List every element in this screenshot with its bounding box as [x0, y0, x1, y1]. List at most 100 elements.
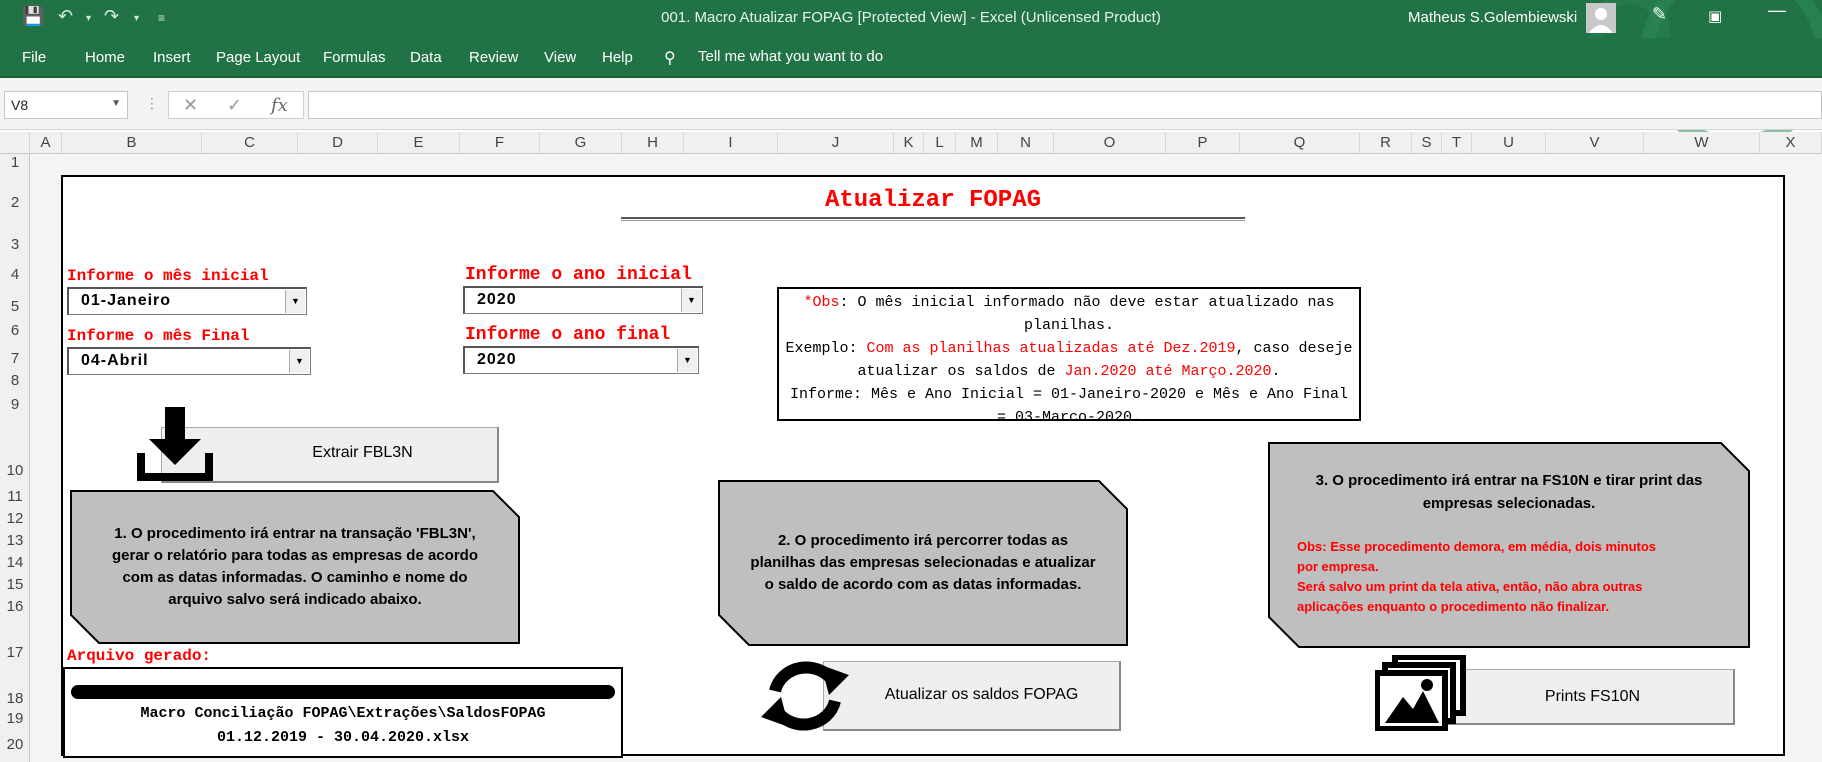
- mes-inicial-select[interactable]: 01-Janeiro ▼: [67, 287, 307, 315]
- row-header[interactable]: 19: [0, 710, 30, 727]
- page-title: Atualizar FOPAG: [824, 187, 1042, 214]
- chevron-down-icon[interactable]: ▼: [289, 350, 309, 373]
- column-header[interactable]: S: [1412, 132, 1442, 154]
- chevron-down-icon[interactable]: ▼: [681, 289, 701, 312]
- row-header[interactable]: 6: [0, 322, 30, 339]
- column-header[interactable]: D: [298, 132, 378, 154]
- column-header[interactable]: V: [1546, 132, 1644, 154]
- ano-inicial-label: Informe o ano inicial: [465, 265, 692, 285]
- step2-text: 2. O procedimento irá percorrer todas as…: [750, 532, 1096, 593]
- column-header[interactable]: N: [998, 132, 1054, 154]
- mes-final-value: 04-Abril: [81, 352, 149, 369]
- column-header[interactable]: C: [202, 132, 298, 154]
- ribbon-display-icon[interactable]: ▣: [1708, 7, 1722, 25]
- pen-icon[interactable]: ✎: [1652, 4, 1667, 25]
- prints-fs10n-button[interactable]: Prints FS10N: [1441, 669, 1735, 725]
- mes-final-select[interactable]: 04-Abril ▼: [67, 347, 311, 375]
- column-header[interactable]: A: [30, 132, 62, 154]
- tab-home[interactable]: Home: [85, 49, 125, 66]
- name-box[interactable]: V8 ▼: [4, 91, 128, 119]
- select-all-corner[interactable]: [0, 132, 30, 154]
- mes-inicial-label: Informe o mês inicial: [67, 267, 269, 285]
- row-header[interactable]: 20: [0, 736, 30, 753]
- column-header[interactable]: R: [1360, 132, 1412, 154]
- column-header[interactable]: W: [1644, 132, 1760, 154]
- column-header[interactable]: X: [1760, 132, 1822, 154]
- chevron-down-icon[interactable]: ▼: [111, 98, 121, 109]
- column-header[interactable]: E: [378, 132, 460, 154]
- prints-fs10n-label: Prints FS10N: [1544, 688, 1641, 705]
- row-header[interactable]: 4: [0, 266, 30, 283]
- column-header[interactable]: K: [894, 132, 924, 154]
- drag-handle-icon[interactable]: ⋮: [145, 95, 159, 112]
- ano-inicial-value: 2020: [477, 291, 517, 308]
- refresh-icon[interactable]: [759, 655, 851, 737]
- row-header[interactable]: 12: [0, 510, 30, 527]
- step3-obs2: Será salvo um print da tela ativa, então…: [1297, 579, 1643, 614]
- user-name[interactable]: Matheus S.Golembiewski: [1408, 9, 1577, 26]
- row-header[interactable]: 8: [0, 372, 30, 389]
- row-header[interactable]: 14: [0, 554, 30, 571]
- column-header[interactable]: H: [622, 132, 684, 154]
- column-header[interactable]: F: [460, 132, 540, 154]
- row-header[interactable]: 5: [0, 298, 30, 315]
- row-header[interactable]: 11: [0, 488, 30, 505]
- cancel-icon[interactable]: ✕: [183, 95, 198, 116]
- row-header[interactable]: 10: [0, 462, 30, 479]
- column-header[interactable]: G: [540, 132, 622, 154]
- row-header[interactable]: 13: [0, 532, 30, 549]
- avatar-icon[interactable]: [1586, 3, 1616, 33]
- column-header[interactable]: L: [924, 132, 956, 154]
- ano-final-value: 2020: [477, 351, 517, 368]
- step1-text: 1. O procedimento irá entrar na transaçã…: [112, 525, 478, 608]
- chevron-down-icon[interactable]: ▼: [677, 349, 697, 372]
- tab-help[interactable]: Help: [602, 49, 633, 66]
- row-header[interactable]: 9: [0, 396, 30, 413]
- column-header[interactable]: P: [1166, 132, 1240, 154]
- ano-inicial-select[interactable]: 2020 ▼: [463, 286, 703, 314]
- column-header[interactable]: T: [1442, 132, 1472, 154]
- row-header[interactable]: 2: [0, 194, 30, 211]
- images-icon[interactable]: [1374, 654, 1467, 732]
- row-header[interactable]: 1: [0, 154, 30, 171]
- column-header[interactable]: O: [1054, 132, 1166, 154]
- chevron-down-icon[interactable]: ▼: [285, 290, 305, 313]
- obs-line3: Informe: Mês e Ano Inicial = 01-Janeiro-…: [789, 386, 1349, 421]
- obs-example-label: Exemplo:: [785, 340, 867, 357]
- row-header[interactable]: 3: [0, 236, 30, 253]
- tab-data[interactable]: Data: [410, 49, 442, 66]
- ano-final-select[interactable]: 2020 ▼: [463, 346, 699, 374]
- enter-icon[interactable]: ✓: [227, 95, 242, 116]
- formula-actions: ✕ ✓ fx: [168, 91, 304, 119]
- column-header[interactable]: J: [778, 132, 894, 154]
- tab-view[interactable]: View: [544, 49, 576, 66]
- tab-page-layout[interactable]: Page Layout: [216, 49, 300, 66]
- fx-icon[interactable]: fx: [271, 95, 288, 116]
- obs-line1: : O mês inicial informado não deve estar…: [839, 294, 1335, 334]
- tab-review[interactable]: Review: [469, 49, 518, 66]
- title-bar: 💾 ↶ ▾ ↷ ▾ ≡ 001. Macro Atualizar FOPAG […: [0, 0, 1822, 150]
- column-headers: A B C D E F G H I J K L M N O P Q R S T …: [0, 132, 1822, 154]
- atualizar-saldos-label: Atualizar os saldos FOPAG: [884, 686, 1079, 703]
- atualizar-saldos-button[interactable]: Atualizar os saldos FOPAG: [823, 661, 1121, 731]
- name-box-value: V8: [11, 97, 29, 113]
- tab-insert[interactable]: Insert: [153, 49, 191, 66]
- tab-file[interactable]: File: [22, 49, 46, 66]
- column-header[interactable]: M: [956, 132, 998, 154]
- title-underline: [621, 217, 1245, 221]
- row-header[interactable]: 17: [0, 644, 30, 661]
- row-header[interactable]: 18: [0, 690, 30, 707]
- tell-me-search[interactable]: Tell me what you want to do: [698, 48, 883, 65]
- tab-formulas[interactable]: Formulas: [323, 49, 386, 66]
- row-header[interactable]: 15: [0, 576, 30, 593]
- column-header[interactable]: Q: [1240, 132, 1360, 154]
- column-header[interactable]: U: [1472, 132, 1546, 154]
- column-header[interactable]: B: [62, 132, 202, 154]
- formula-input[interactable]: [308, 91, 1822, 119]
- row-header[interactable]: 7: [0, 350, 30, 367]
- minimize-icon[interactable]: —: [1768, 0, 1786, 21]
- row-header[interactable]: 16: [0, 598, 30, 615]
- column-header[interactable]: I: [684, 132, 778, 154]
- lightbulb-icon[interactable]: ⚲: [664, 48, 676, 68]
- download-icon[interactable]: [135, 405, 215, 483]
